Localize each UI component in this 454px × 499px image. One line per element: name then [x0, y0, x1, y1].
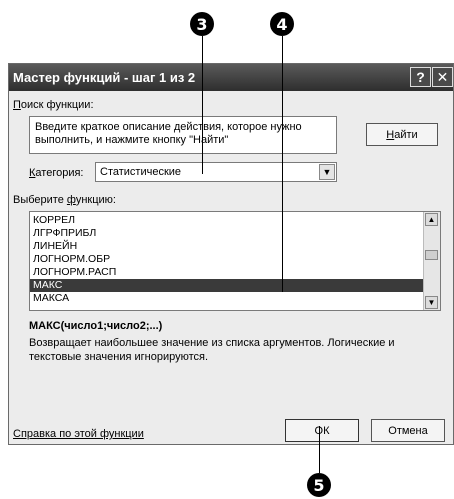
- search-label: Поиск функции:: [13, 99, 94, 111]
- title-bar[interactable]: Мастер функций - шаг 1 из 2 ? ✕: [9, 64, 453, 91]
- find-button[interactable]: Найти: [366, 123, 438, 146]
- callout-4: 4: [270, 12, 294, 36]
- help-link[interactable]: Справка по этой функции: [13, 428, 144, 440]
- search-input[interactable]: Введите краткое описание действия, котор…: [29, 116, 337, 154]
- list-item[interactable]: МАКСА: [30, 292, 423, 305]
- ok-button[interactable]: ОК: [285, 419, 359, 442]
- list-item-selected[interactable]: МАКС: [30, 279, 423, 292]
- function-list-label: Выберите функцию:: [13, 194, 116, 206]
- chevron-up-icon: ▲: [427, 215, 436, 224]
- chevron-down-icon: ▼: [427, 298, 436, 307]
- chevron-down-icon: ▼: [322, 167, 332, 177]
- question-icon: ?: [416, 69, 425, 85]
- callout-3-line: [202, 36, 203, 174]
- category-label: Категория:: [29, 167, 84, 179]
- dropdown-button[interactable]: ▼: [319, 164, 335, 180]
- scroll-thumb[interactable]: [425, 250, 438, 260]
- list-item[interactable]: ЛОГНОРМ.РАСП: [30, 266, 423, 279]
- help-button[interactable]: ?: [410, 67, 431, 87]
- function-wizard-dialog: Мастер функций - шаг 1 из 2 ? ✕ Поиск фу…: [8, 63, 454, 445]
- category-selected-value: Статистические: [100, 166, 182, 178]
- callout-3: 3: [190, 12, 214, 36]
- list-item[interactable]: ЛОГНОРМ.ОБР: [30, 253, 423, 266]
- scroll-up-button[interactable]: ▲: [425, 213, 438, 226]
- close-icon: ✕: [436, 68, 449, 85]
- callout-5-line: [319, 426, 320, 473]
- dialog-title: Мастер функций - шаг 1 из 2: [13, 70, 196, 85]
- scroll-down-button[interactable]: ▼: [425, 296, 438, 309]
- function-signature: МАКС(число1;число2;...): [29, 320, 163, 332]
- list-item[interactable]: ЛИНЕЙН: [30, 240, 423, 253]
- function-list[interactable]: КОРРЕЛ ЛГРФПРИБЛ ЛИНЕЙН ЛОГНОРМ.ОБР ЛОГН…: [29, 211, 441, 311]
- function-description: Возвращает наибольшее значение из списка…: [29, 337, 395, 363]
- cancel-button[interactable]: Отмена: [371, 419, 445, 442]
- callout-4-line: [282, 36, 283, 292]
- callout-5: 5: [307, 473, 331, 497]
- category-select[interactable]: Статистические ▼: [95, 162, 337, 182]
- list-scrollbar[interactable]: ▲ ▼: [423, 212, 440, 310]
- list-item[interactable]: ЛГРФПРИБЛ: [30, 227, 423, 240]
- list-item[interactable]: КОРРЕЛ: [30, 214, 423, 227]
- close-button[interactable]: ✕: [432, 67, 453, 87]
